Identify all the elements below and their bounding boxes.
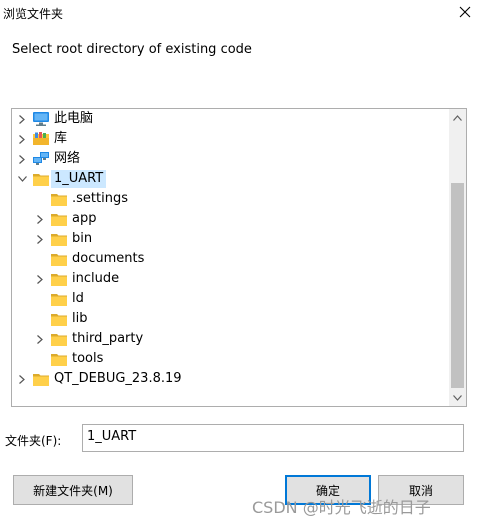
chevron-right-icon[interactable] xyxy=(34,229,46,249)
folder-icon xyxy=(50,311,68,327)
tree-item-highlight: .settings xyxy=(69,190,131,208)
network-icon xyxy=(32,151,50,167)
tree-item-documents[interactable]: documents xyxy=(12,249,449,269)
chevron-right-icon[interactable] xyxy=(34,329,46,349)
chevron-right-icon[interactable] xyxy=(16,129,28,149)
tree-item-app[interactable]: app xyxy=(12,209,449,229)
watermark: CSDN @时光飞逝的日子 xyxy=(252,498,431,517)
tree-item-label: third_party xyxy=(72,331,144,346)
library-icon xyxy=(32,131,50,147)
tree-item-ld[interactable]: ld xyxy=(12,289,449,309)
tree-item-include[interactable]: include xyxy=(12,269,449,289)
tree-item-highlight: third_party xyxy=(69,330,146,348)
dialog-prompt: Select root directory of existing code xyxy=(12,42,252,57)
tree-item-third_party[interactable]: third_party xyxy=(12,329,449,349)
tree-item-highlight: bin xyxy=(69,230,95,248)
close-button[interactable] xyxy=(452,0,478,24)
vertical-scrollbar[interactable] xyxy=(449,109,466,406)
scrollbar-thumb[interactable] xyxy=(451,183,464,388)
tree-item-label: ld xyxy=(72,291,84,306)
tree-item-label: documents xyxy=(72,251,145,266)
tree-item-highlight: tools xyxy=(69,350,106,368)
browse-folder-dialog: 浏览文件夹 Select root directory of existing … xyxy=(0,0,478,524)
tree-item-label: .settings xyxy=(72,191,128,206)
computer-icon xyxy=(32,111,50,127)
tree-item-highlight: ld xyxy=(69,290,87,308)
tree-item-[interactable]: 网络 xyxy=(12,149,449,169)
tree-item-tools[interactable]: tools xyxy=(12,349,449,369)
tree-item-settings[interactable]: .settings xyxy=(12,189,449,209)
chevron-down-icon[interactable] xyxy=(16,169,28,189)
scroll-up-button[interactable] xyxy=(449,109,466,126)
folder-icon xyxy=(50,231,68,247)
tree-item-label: QT_DEBUG_23.8.19 xyxy=(54,371,182,386)
title-bar: 浏览文件夹 xyxy=(0,0,478,24)
chevron-right-icon[interactable] xyxy=(34,269,46,289)
tree-item-highlight: 1_UART xyxy=(51,170,107,188)
tree-item-highlight: documents xyxy=(69,250,147,268)
window-title: 浏览文件夹 xyxy=(3,7,64,21)
chevron-right-icon[interactable] xyxy=(16,369,28,389)
tree-item-label: 网络 xyxy=(54,151,81,166)
folder-icon xyxy=(50,291,68,307)
folder-name-input[interactable]: 1_UART xyxy=(82,424,464,452)
scroll-down-button[interactable] xyxy=(449,389,466,406)
tree-item-[interactable]: 库 xyxy=(12,129,449,149)
tree-item-label: lib xyxy=(72,311,88,326)
tree-item-highlight: lib xyxy=(69,310,90,328)
folder-icon xyxy=(50,351,68,367)
chevron-right-icon[interactable] xyxy=(16,149,28,169)
tree-item-[interactable]: 此电脑 xyxy=(12,109,449,129)
folder-icon xyxy=(50,251,68,267)
tree-rows: 此电脑库网络 1_UART .settings app bin documents incl… xyxy=(12,109,449,406)
tree-item-label: 1_UART xyxy=(54,171,104,186)
tree-item-label: bin xyxy=(72,231,93,246)
tree-item-label: tools xyxy=(72,351,104,366)
tree-item-highlight: include xyxy=(69,270,122,288)
chevron-down-icon xyxy=(453,394,462,401)
tree-item-highlight: 此电脑 xyxy=(51,110,96,128)
tree-item-label: app xyxy=(72,211,97,226)
tree-item-highlight: QT_DEBUG_23.8.19 xyxy=(51,370,185,388)
chevron-right-icon[interactable] xyxy=(34,209,46,229)
tree-item-bin[interactable]: bin xyxy=(12,229,449,249)
tree-item-label: 库 xyxy=(54,131,68,146)
tree-item-highlight: 库 xyxy=(51,130,70,148)
new-folder-button[interactable]: 新建文件夹(M) xyxy=(13,475,133,505)
close-icon xyxy=(459,6,471,18)
folder-icon xyxy=(50,331,68,347)
folder-icon xyxy=(32,371,50,387)
folder-field-label: 文件夹(F): xyxy=(5,434,62,448)
tree-item-label: 此电脑 xyxy=(54,111,94,126)
folder-icon xyxy=(50,271,68,287)
tree-item-1_uart[interactable]: 1_UART xyxy=(12,169,449,189)
tree-item-label: include xyxy=(72,271,120,286)
folder-icon xyxy=(50,211,68,227)
tree-item-qt_debug_23-8-19[interactable]: QT_DEBUG_23.8.19 xyxy=(12,369,449,389)
folder-tree[interactable]: 此电脑库网络 1_UART .settings app bin documents incl… xyxy=(11,108,467,407)
tree-item-highlight: app xyxy=(69,210,99,228)
folder-icon xyxy=(50,191,68,207)
chevron-right-icon[interactable] xyxy=(16,109,28,129)
folder-icon xyxy=(32,171,50,187)
tree-item-lib[interactable]: lib xyxy=(12,309,449,329)
chevron-up-icon xyxy=(453,114,462,121)
tree-item-highlight: 网络 xyxy=(51,150,83,168)
